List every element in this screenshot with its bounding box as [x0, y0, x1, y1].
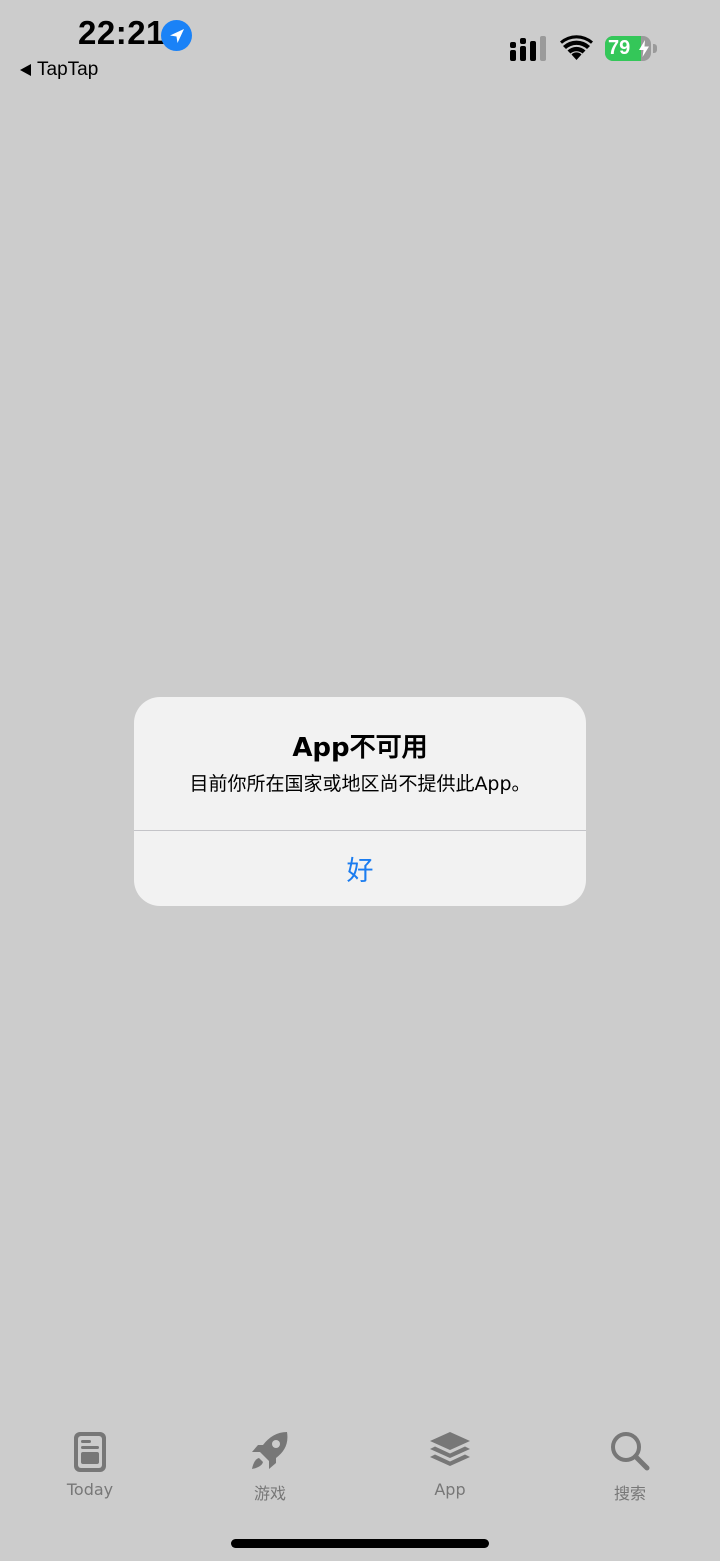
tab-apps[interactable]: App: [395, 1428, 505, 1508]
status-time: 22:21: [78, 14, 165, 51]
battery-percent: 79: [608, 37, 631, 59]
tab-search[interactable]: 搜索: [575, 1428, 685, 1508]
app-store-screen: 22:21 TapTap 79 App不可用 目前你所在国家或地区尚不提供此Ap…: [0, 0, 720, 1561]
tab-label: 游戏: [253, 1484, 286, 1503]
tab-label: Today: [66, 1480, 114, 1499]
wifi-icon: [560, 35, 593, 60]
today-icon: [74, 1432, 106, 1472]
back-app-label: TapTap: [37, 59, 99, 80]
cellular-signal-icon: [510, 36, 546, 61]
app-unavailable-alert: App不可用 目前你所在国家或地区尚不提供此App。 好: [134, 697, 586, 906]
back-arrow-icon: [20, 64, 31, 76]
battery-cap: [653, 44, 657, 53]
charging-bolt-icon: [639, 40, 649, 57]
home-indicator[interactable]: [231, 1539, 489, 1548]
tab-label: App: [434, 1480, 466, 1499]
tab-today[interactable]: Today: [35, 1428, 145, 1508]
ok-button[interactable]: 好: [134, 831, 586, 906]
alert-message: 目前你所在国家或地区尚不提供此App。: [189, 773, 531, 795]
location-arrow-icon: [161, 20, 192, 51]
back-to-app-button[interactable]: TapTap: [20, 58, 98, 82]
search-icon: [611, 1432, 650, 1471]
battery-indicator: 79: [605, 36, 651, 61]
tab-games[interactable]: 游戏: [215, 1428, 325, 1508]
tab-label: 搜索: [613, 1484, 646, 1503]
alert-title: App不可用: [292, 733, 428, 763]
stack-icon: [430, 1432, 470, 1466]
rocket-icon: [252, 1432, 288, 1469]
